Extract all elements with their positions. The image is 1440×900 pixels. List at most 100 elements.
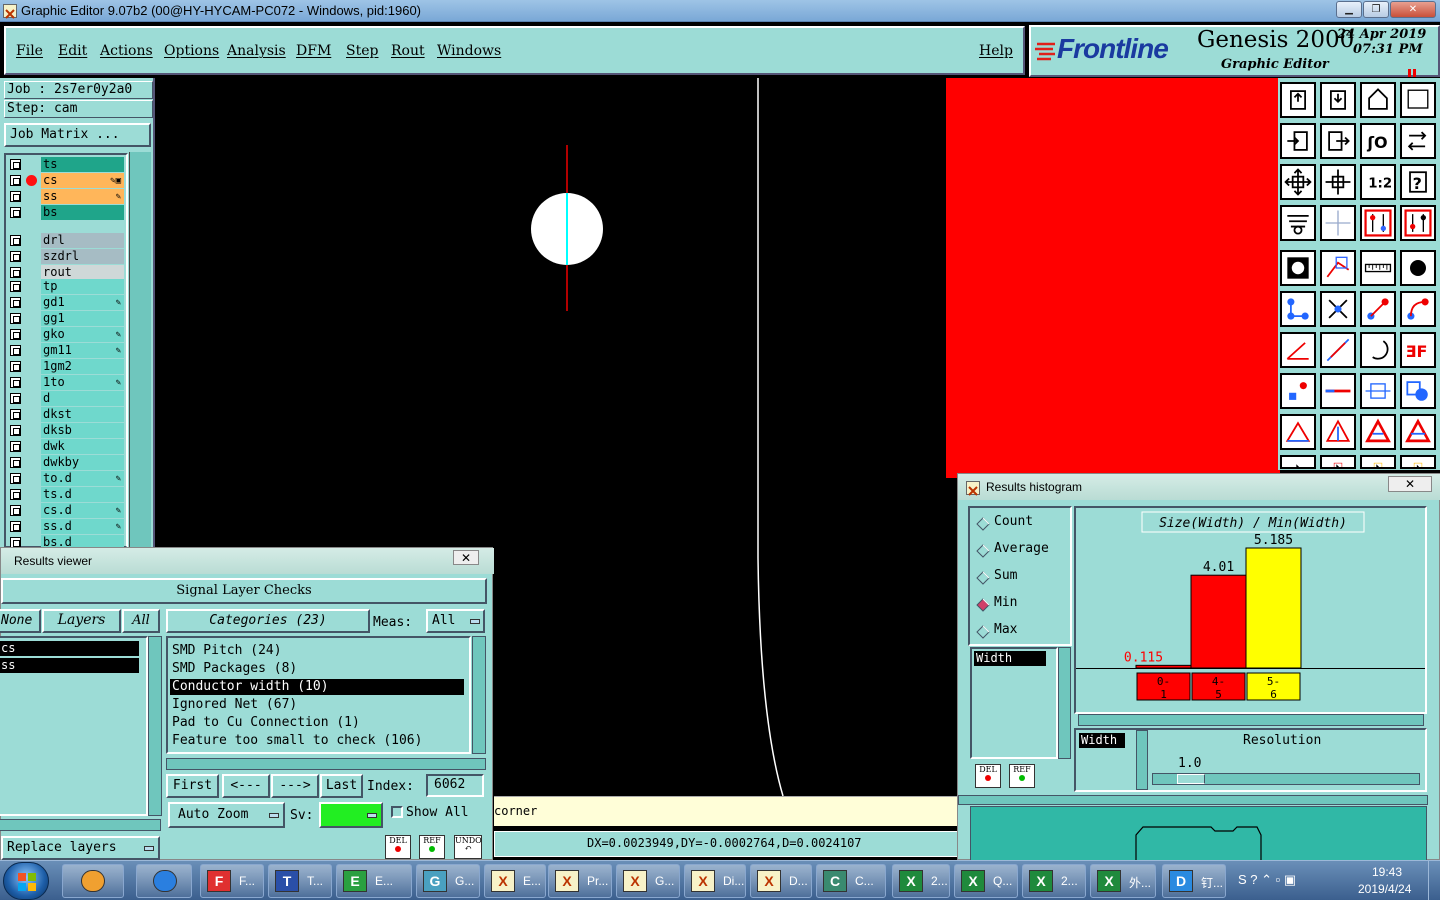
layer-name[interactable]: d (41, 391, 124, 406)
layers-button[interactable]: Layers (42, 609, 121, 633)
layer-name[interactable]: ss ✎ (41, 189, 124, 204)
layer-checkbox[interactable] (10, 457, 21, 468)
taskbar-item[interactable]: X Di... (684, 864, 746, 898)
first-button[interactable]: First (166, 774, 219, 798)
taskbar-pinned-ie[interactable] (136, 864, 192, 898)
layer-checkbox[interactable] (10, 441, 21, 452)
category-list-vscroll[interactable] (472, 636, 486, 754)
export-tool-button[interactable] (1319, 122, 1357, 160)
window-tool-button[interactable] (1399, 81, 1437, 119)
layers-snap2-tool-button[interactable] (1399, 204, 1437, 242)
layer-row-tp[interactable]: tp (7, 279, 124, 294)
layer-checkbox[interactable] (10, 329, 21, 340)
text-flip-tool-button[interactable]: ƎF (1399, 331, 1437, 369)
layer-checkbox[interactable] (10, 425, 21, 436)
layer-row-dwkby[interactable]: dwkby (7, 455, 124, 470)
layer-checkbox[interactable] (10, 175, 21, 186)
layer-name[interactable]: dwkby (41, 455, 124, 470)
layer-checkbox[interactable] (10, 505, 21, 516)
layer-name[interactable]: cs.d ✎ (41, 503, 124, 518)
all-layers-button[interactable]: All (122, 609, 160, 633)
histogram-bar[interactable] (1135, 664, 1192, 669)
category-list[interactable]: SMD Pitch (24) SMD Packages (8) Conductor … (166, 636, 471, 754)
import-tool-button[interactable] (1279, 122, 1317, 160)
layer-name[interactable]: tp (41, 279, 124, 294)
radio-min[interactable] (976, 597, 990, 612)
layer-name[interactable]: cs ✎▣ (41, 173, 124, 188)
layer-name[interactable]: gd1 ✎ (41, 295, 124, 310)
list-item[interactable]: ss (0, 658, 139, 673)
layer-name[interactable]: dkst (41, 407, 124, 422)
layer-name[interactable]: dwk (41, 439, 124, 454)
layer-row-dwk[interactable]: dwk (7, 439, 124, 454)
board-outline-line[interactable] (757, 78, 784, 796)
arc-tool-button[interactable] (1359, 331, 1397, 369)
pointer4-tool-button[interactable] (1399, 454, 1437, 470)
layer-row-to-d[interactable]: to.d ✎ (7, 471, 124, 486)
layer-name[interactable]: 1gm2 (41, 359, 124, 374)
taskbar-item[interactable]: C C... (816, 864, 886, 898)
zoom-center-tool-button[interactable] (1319, 163, 1357, 201)
category-item[interactable]: SMD Packages (8) (170, 661, 464, 677)
ruler-tool-button[interactable] (1359, 249, 1397, 287)
menu-analysis[interactable]: Analysis (227, 43, 286, 59)
del-button[interactable]: DEL (975, 764, 1001, 788)
arrow-t-tool-button[interactable] (1399, 413, 1437, 451)
upload-tool-button[interactable] (1279, 81, 1317, 119)
layer-checkbox[interactable] (10, 251, 21, 262)
pointer2-tool-button[interactable] (1319, 454, 1357, 470)
layer-row-drl[interactable]: drl (7, 233, 124, 248)
layer-row-ts-d[interactable]: ts.d (7, 487, 124, 502)
minimize-button[interactable]: ▁ (1336, 1, 1362, 18)
help-tool-button[interactable]: ? (1399, 163, 1437, 201)
sv-color-selector[interactable] (319, 802, 383, 828)
cross-tool-button[interactable] (1319, 290, 1357, 328)
layer-name[interactable]: to.d ✎ (41, 471, 124, 486)
menu-actions[interactable]: Actions (100, 43, 153, 59)
layer-name[interactable]: dksb (41, 423, 124, 438)
layer-checkbox[interactable] (10, 297, 21, 308)
layer-name[interactable]: gm11 ✎ (41, 343, 124, 358)
layer-row-d[interactable]: d (7, 391, 124, 406)
swap-tool-button[interactable] (1399, 122, 1437, 160)
pad-tool-button[interactable] (1279, 249, 1317, 287)
auto-zoom-dropdown[interactable]: Auto Zoom (168, 802, 285, 828)
group-tool-button[interactable] (1399, 372, 1437, 410)
list-item[interactable]: cs (0, 641, 139, 656)
layer-checkbox[interactable] (10, 281, 21, 292)
last-button[interactable]: Last (320, 774, 363, 798)
layer-row-1gm2[interactable]: 1gm2 (7, 359, 124, 374)
category-item[interactable]: Feature too small to check (106) (170, 733, 464, 749)
layer-row-ss-d[interactable]: ss.d ✎ (7, 519, 124, 534)
taskbar-item[interactable]: X 外... (1090, 864, 1156, 898)
layer-checkbox[interactable] (10, 521, 21, 532)
net-tool-button[interactable] (1279, 290, 1317, 328)
category-item[interactable]: Ignored Net (67) (170, 697, 464, 713)
layer-row-szdrl[interactable]: szdrl (7, 249, 124, 264)
clock-time[interactable]: 19:43 (1372, 865, 1402, 879)
preview-hscroll[interactable] (958, 795, 1428, 805)
ref-button[interactable]: REF (1009, 764, 1035, 788)
taskbar-item[interactable]: F F... (200, 864, 264, 898)
slope-tool-button[interactable] (1319, 331, 1357, 369)
layer-checkbox[interactable] (10, 489, 21, 500)
angle-tool-button[interactable] (1279, 331, 1317, 369)
layer-name[interactable]: gko ✎ (41, 327, 124, 342)
layer-name[interactable]: ss.d ✎ (41, 519, 124, 534)
menu-rout[interactable]: Rout (391, 43, 425, 59)
category-item[interactable]: Pad to Cu Connection (1) (170, 715, 464, 731)
category-item[interactable]: SMD Pitch (24) (170, 643, 464, 659)
layer-checkbox[interactable] (10, 409, 21, 420)
layer-name[interactable]: rout (41, 265, 124, 280)
histogram-close-icon[interactable]: ✕ (1388, 476, 1432, 492)
del-button[interactable]: DEL (385, 835, 411, 859)
menu-file[interactable]: File (16, 43, 43, 59)
layer-row-ss[interactable]: ss ✎ (7, 189, 124, 204)
taskbar-item[interactable]: X Pr... (548, 864, 612, 898)
resolution-slider[interactable] (1152, 773, 1420, 785)
arrow-up-tool-button[interactable] (1319, 413, 1357, 451)
layer-checkbox[interactable] (10, 393, 21, 404)
radio-sum[interactable] (976, 570, 990, 585)
hline-tool-button[interactable] (1319, 372, 1357, 410)
none-button[interactable]: None (0, 609, 41, 633)
